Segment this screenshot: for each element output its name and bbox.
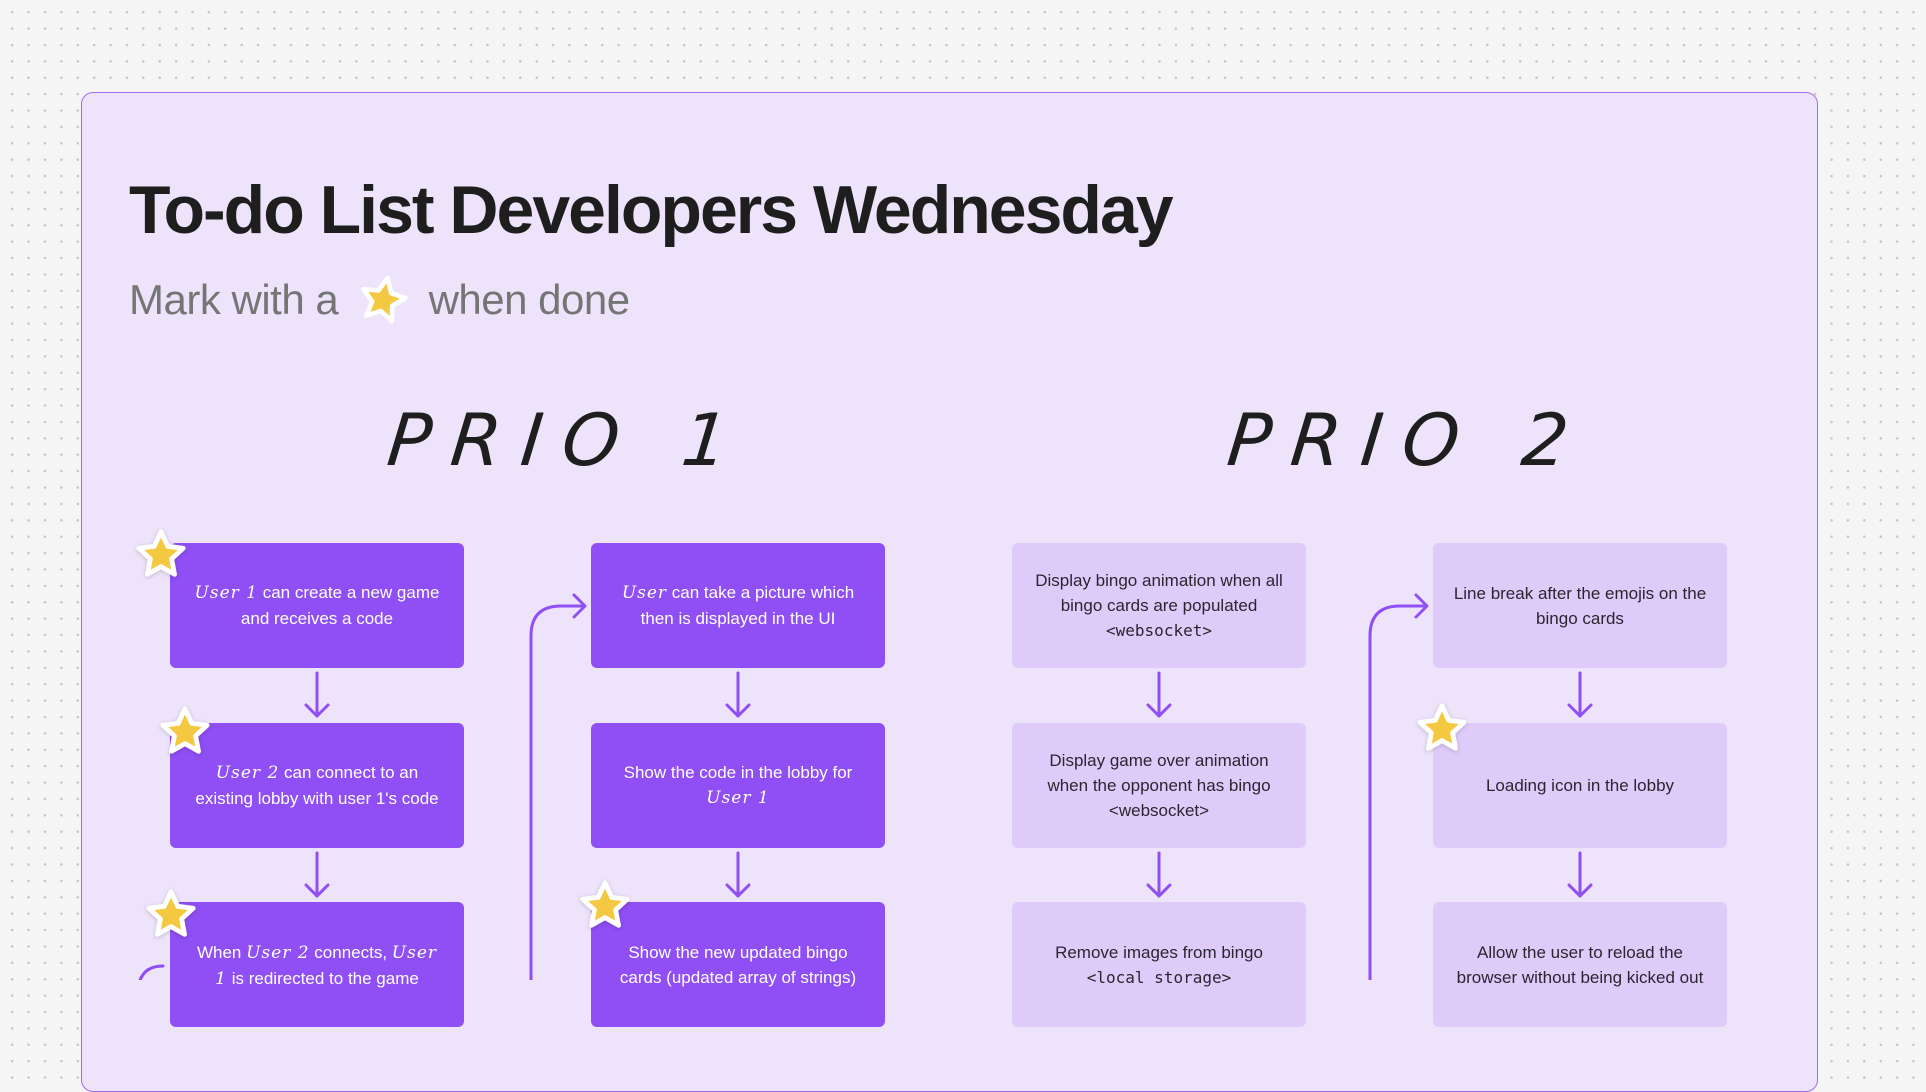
task-text: Allow the user to reload the browser wit… (1456, 943, 1704, 987)
board-title: To-do List Developers Wednesday (129, 172, 1174, 248)
task-card[interactable]: Loading icon in the lobby (1433, 723, 1727, 848)
task-card[interactable]: Show the code in the lobby for User 1 (591, 723, 885, 848)
subtitle-text-after: when done (428, 276, 631, 323)
task-text: Line break after the emojis on the bingo… (1453, 583, 1707, 628)
star-icon[interactable] (576, 877, 634, 935)
task-card[interactable]: User can take a picture which then is di… (591, 543, 885, 668)
star-icon[interactable] (1413, 700, 1471, 758)
task-card[interactable]: Allow the user to reload the browser wit… (1433, 902, 1727, 1027)
task-text: When User 2 connects, User 1 is redirect… (196, 943, 438, 989)
task-text: User 2 can connect to an existing lobby … (195, 763, 439, 808)
task-text: Show the new updated bingo cards (update… (619, 943, 857, 987)
star-icon[interactable] (132, 526, 190, 584)
task-card[interactable]: When User 2 connects, User 1 is redirect… (170, 902, 464, 1027)
board-subtitle: Mark with a when done (129, 272, 630, 328)
prio-2-heading: PRIO 2 (1223, 398, 1593, 482)
task-text: Remove images from bingo <local storage> (1055, 943, 1263, 987)
task-card[interactable]: Display game over animation when the opp… (1012, 723, 1306, 848)
star-icon[interactable] (142, 886, 200, 944)
task-text: Show the code in the lobby for User 1 (623, 763, 853, 808)
task-text: Loading icon in the lobby (1485, 776, 1675, 795)
task-text: Display bingo animation when all bingo c… (1035, 571, 1283, 640)
task-card[interactable]: User 2 can connect to an existing lobby … (170, 723, 464, 848)
subtitle-text-before: Mark with a (129, 276, 339, 323)
star-icon[interactable] (156, 703, 214, 761)
star-icon (361, 275, 409, 324)
task-card[interactable]: Remove images from bingo <local storage> (1012, 902, 1306, 1027)
task-text: User 1 can create a new game and receive… (194, 583, 440, 628)
task-card[interactable]: Show the new updated bingo cards (update… (591, 902, 885, 1027)
prio-1-heading: PRIO 1 (383, 398, 753, 482)
task-card[interactable]: Line break after the emojis on the bingo… (1433, 543, 1727, 668)
task-text: Display game over animation when the opp… (1047, 751, 1271, 820)
task-card[interactable]: User 1 can create a new game and receive… (170, 543, 464, 668)
task-card[interactable]: Display bingo animation when all bingo c… (1012, 543, 1306, 668)
task-text: User can take a picture which then is di… (621, 583, 855, 628)
